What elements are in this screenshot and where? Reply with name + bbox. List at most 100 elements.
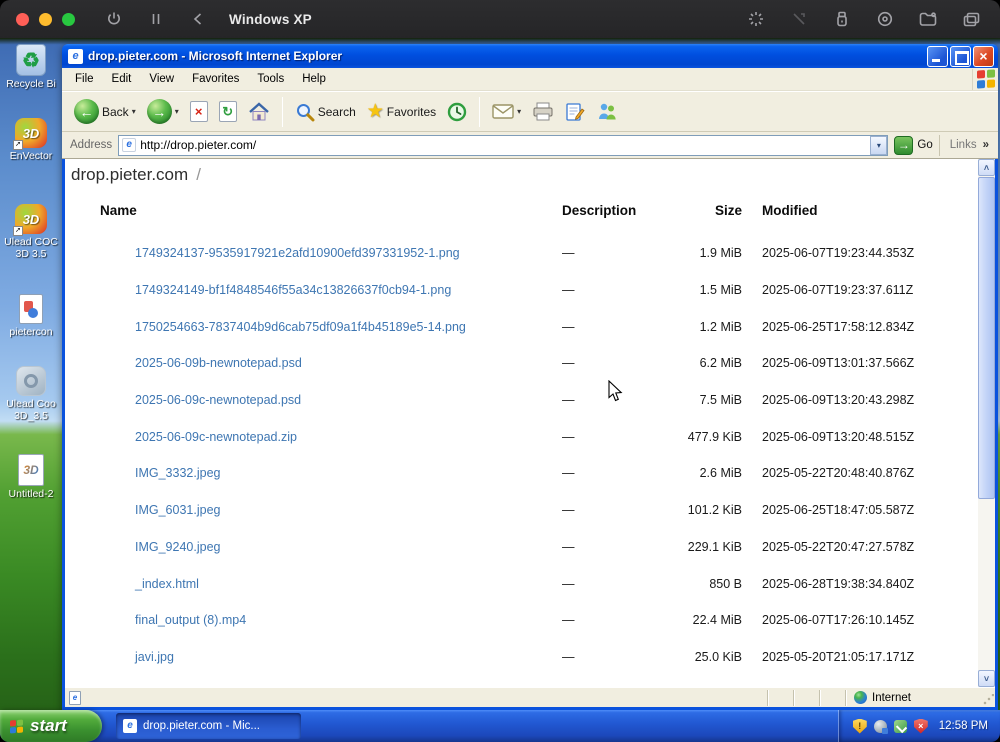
desktop-icon-pietercon[interactable]: pietercon (0, 294, 62, 338)
file-link[interactable]: 2025-06-09c-newnotepad.psd (71, 393, 562, 407)
file-modified: 2025-06-25T17:58:12.834Z (762, 319, 915, 334)
file-row: 2025-06-09c-newnotepad.zip — 477.9 KiB 2025… (71, 418, 995, 455)
file-description: — (562, 576, 575, 591)
go-button[interactable]: → Go (894, 135, 933, 155)
file-link[interactable]: IMG_6031.jpeg (71, 503, 562, 517)
clock[interactable]: 12:58 PM (939, 720, 988, 732)
desktop-icon-ulead-coo[interactable]: Ulead Coo 3D_3.5 (0, 366, 62, 422)
edit-button[interactable] (561, 100, 589, 124)
desktop-icon-recycle-bi[interactable]: ♻ Recycle Bi (0, 44, 62, 90)
file-link[interactable]: _index.html (71, 577, 562, 591)
file-row: 2025-06-09b-newnotepad.psd — 6.2 MiB 2025-0… (71, 345, 995, 382)
file-link[interactable]: 2025-06-09c-newnotepad.zip (71, 430, 562, 444)
file-description: — (562, 356, 575, 371)
messenger-button[interactable] (592, 100, 622, 123)
file-size: 1.9 MiB (699, 246, 742, 261)
back-dropdown-icon[interactable]: ▾ (132, 107, 136, 116)
file-row: _index.html — 850 B 2025-06-28T19:38:34.840… (71, 565, 995, 602)
menu-tools[interactable]: Tools (248, 70, 293, 88)
ie-titlebar[interactable]: e drop.pieter.com - Microsoft Internet E… (62, 44, 998, 68)
links-overflow-icon[interactable]: » (983, 139, 989, 151)
scroll-down-icon[interactable]: ˅ (978, 670, 995, 687)
desktop-icon-untitled-2[interactable]: 3D Untitled-2 (0, 454, 62, 500)
security-zone-label: Internet (872, 691, 911, 704)
search-button[interactable]: Search (291, 100, 360, 124)
favorites-button[interactable]: ★ Favorites (363, 100, 440, 123)
links-bar[interactable]: Links » (938, 134, 995, 156)
address-input[interactable]: e http://drop.pieter.com/ ▾ (118, 134, 889, 156)
window-title: drop.pieter.com - Microsoft Internet Exp… (88, 49, 343, 63)
mail-dropdown-icon[interactable]: ▾ (517, 107, 521, 116)
scroll-up-icon[interactable]: ˄ (978, 159, 995, 176)
refresh-button[interactable]: ↻ (215, 99, 241, 124)
security-alert-tray-icon[interactable]: × (913, 718, 928, 734)
close-window-icon[interactable] (16, 12, 29, 26)
file-size: 2.6 MiB (699, 466, 742, 481)
file-listing-header: Name Description Size Modified (71, 191, 995, 229)
capture-disabled-icon[interactable] (790, 10, 808, 28)
file-link[interactable]: IMG_3332.jpeg (71, 466, 562, 480)
file-size: 850 B (709, 576, 742, 591)
status-pane (767, 689, 793, 706)
menu-edit[interactable]: Edit (103, 70, 141, 88)
menu-view[interactable]: View (140, 70, 183, 88)
stop-button[interactable]: × (186, 99, 212, 124)
file-modified: 2025-05-22T20:48:40.876Z (762, 466, 915, 481)
go-label: Go (917, 139, 933, 151)
disc-icon[interactable] (876, 10, 894, 28)
update-tray-icon[interactable] (893, 719, 907, 733)
favorites-label: Favorites (386, 104, 437, 119)
zoom-window-icon[interactable] (62, 12, 75, 26)
resize-grip[interactable] (982, 694, 994, 706)
back-icon[interactable] (189, 10, 207, 28)
desktop-icon-envector[interactable]: 3D ➚ EnVector (0, 118, 62, 162)
file-link[interactable]: IMG_9240.jpeg (71, 540, 562, 554)
file-link[interactable]: 1749324149-bf1f4848546f55a34c13826637f0c… (71, 283, 562, 297)
task-label: drop.pieter.com - Mic... (143, 720, 260, 732)
displays-icon[interactable] (962, 10, 980, 28)
desktop-icon-ulead-coc[interactable]: 3D ➚ Ulead COC 3D 3.5 (0, 204, 62, 260)
shared-folder-icon[interactable] (919, 10, 937, 28)
menu-favorites[interactable]: Favorites (183, 70, 248, 88)
forward-dropdown-icon[interactable]: ▾ (175, 107, 179, 116)
start-button[interactable]: start (0, 710, 102, 742)
vm-screen: Windows XP ♻ Recycle Bi 3D ➚ EnVector 3D ➚ Ulea… (0, 0, 1000, 742)
shortcut-arrow-icon: ➚ (13, 140, 23, 150)
close-button[interactable]: × (973, 45, 994, 67)
mail-button[interactable]: ▾ (488, 101, 525, 122)
file-link[interactable]: final_output (8).mp4 (71, 613, 562, 627)
address-dropdown-icon[interactable]: ▾ (870, 135, 888, 155)
toolbar-separator (479, 96, 481, 127)
file-modified: 2025-05-20T21:05:17.171Z (762, 649, 915, 664)
scrollbar-thumb[interactable] (978, 177, 995, 499)
maximize-button[interactable] (950, 45, 971, 67)
file-link[interactable]: 1749324137-9535917921e2afd10900efd397331… (71, 246, 562, 260)
security-warning-tray-icon[interactable]: ! (852, 718, 867, 734)
home-button[interactable] (244, 100, 274, 124)
file-size: 477.9 KiB (687, 429, 742, 444)
forward-button[interactable]: → ▾ (143, 97, 183, 126)
file-size: 22.4 MiB (692, 613, 742, 628)
file-link[interactable]: javi.jpg (71, 650, 562, 664)
menu-help[interactable]: Help (293, 70, 335, 88)
file-description: — (562, 319, 575, 334)
file-link[interactable]: 2025-06-09b-newnotepad.psd (71, 356, 562, 370)
minimize-button[interactable] (927, 45, 948, 67)
print-button[interactable] (528, 100, 558, 123)
power-icon[interactable] (105, 10, 123, 28)
file-description: — (562, 429, 575, 444)
back-arrow-icon: ← (74, 99, 99, 124)
usb-icon[interactable] (833, 10, 851, 28)
stop-icon: × (189, 101, 208, 122)
hardware-tray-icon[interactable] (873, 719, 888, 734)
menu-file[interactable]: File (66, 70, 103, 88)
back-button[interactable]: ← Back ▾ (70, 97, 140, 126)
taskbar-task-ie[interactable]: e drop.pieter.com - Mic... (116, 713, 301, 739)
vertical-scrollbar[interactable]: ˄ ˅ (978, 159, 995, 687)
history-button[interactable] (443, 100, 471, 124)
minimize-window-icon[interactable] (39, 12, 52, 26)
file-link[interactable]: 1750254663-7837404b9d6cab75df09a1f4b4518… (71, 320, 562, 334)
file-modified: 2025-05-22T20:47:27.578Z (762, 539, 915, 554)
file-size: 1.2 MiB (699, 319, 742, 334)
pause-icon[interactable] (147, 10, 165, 28)
